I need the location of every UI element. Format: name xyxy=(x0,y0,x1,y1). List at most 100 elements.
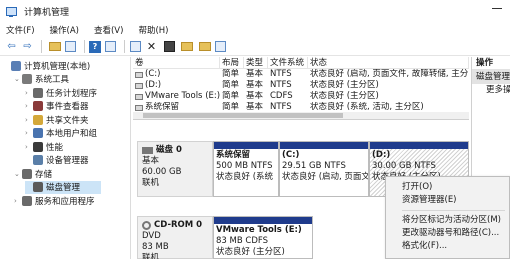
column-header-status[interactable]: 状态 xyxy=(308,57,469,68)
menu-file[interactable]: 文件(F) xyxy=(6,24,35,36)
delete-icon[interactable]: ✕ xyxy=(145,40,158,53)
actions-section-disk-management[interactable]: 磁盘管理 xyxy=(472,70,510,84)
volume-status: 状态良好 (主分区) xyxy=(310,91,379,101)
cd-rom-icon xyxy=(142,221,151,230)
partition-name: 系统保留 xyxy=(216,150,251,160)
minimize-button[interactable] xyxy=(492,8,502,9)
disk-name: 磁盘 0 xyxy=(156,145,182,155)
event-viewer-icon xyxy=(33,101,43,111)
disk-status: 联机 xyxy=(142,178,160,188)
tree-item[interactable]: › 性能 xyxy=(25,140,63,153)
volume-status: 状态良好 (启动, 页面文件, 故障转储, 主分 xyxy=(310,69,469,79)
tree-item-label: 磁盘管理 xyxy=(46,183,81,193)
volume-status: 状态良好 (主分区) xyxy=(310,80,379,90)
table-row[interactable]: (D:) 简单 基本 NTFS 状态良好 (主分区) xyxy=(133,80,469,91)
tree-item[interactable]: › 服务和应用程序 xyxy=(14,194,95,207)
tree-item[interactable]: 设备管理器 xyxy=(25,154,89,167)
disk-management-icon xyxy=(33,182,43,192)
menu-item-explorer[interactable]: 资源管理器(E) xyxy=(386,194,509,207)
toolbar-separator xyxy=(124,40,125,53)
table-row[interactable]: VMware Tools (E:) 简单 基本 CDFS 状态良好 (主分区) xyxy=(133,91,469,102)
show-hide-tree-icon[interactable] xyxy=(65,41,76,52)
menu-item-mark-active[interactable]: 将分区标记为活动分区(M) xyxy=(386,214,509,227)
column-header-volume[interactable]: 卷 xyxy=(133,57,220,68)
window-title: 计算机管理 xyxy=(24,7,70,18)
search-folder-icon[interactable] xyxy=(199,42,211,51)
refresh-icon[interactable] xyxy=(130,41,141,52)
tree-item[interactable]: ⌄ 系统工具 xyxy=(14,73,69,86)
tree-expander-icon[interactable]: › xyxy=(14,197,22,205)
menu-action[interactable]: 操作(A) xyxy=(50,24,79,36)
more-actions-link[interactable]: 更多操作 xyxy=(472,84,510,97)
disk-0-info[interactable]: 磁盘 0 基本 60.00 GB 联机 xyxy=(137,141,213,197)
tree-item-label: 事件查看器 xyxy=(46,102,89,112)
services-icon xyxy=(22,195,32,206)
volume-filesystem: NTFS xyxy=(270,69,292,79)
partition-name: VMware Tools (E:) xyxy=(216,225,302,235)
menu-item-change-drive-letter[interactable]: 更改驱动器号和路径(C)... xyxy=(386,227,509,240)
drive-icon xyxy=(135,93,143,100)
tree-expander-icon[interactable]: › xyxy=(25,143,33,151)
partition-e[interactable]: VMware Tools (E:) 83 MB CDFS 状态良好 (主分区) xyxy=(213,216,313,259)
properties-icon[interactable] xyxy=(105,41,116,52)
up-folder-icon[interactable] xyxy=(49,42,61,51)
tool-icon[interactable] xyxy=(215,41,226,52)
properties-sheet-icon[interactable] xyxy=(164,41,175,52)
column-header-filesystem[interactable]: 文件系统 xyxy=(268,57,308,68)
disk-size: 60.00 GB xyxy=(142,167,182,177)
partition-status: 状态良好 (主分区) xyxy=(216,247,285,257)
tree-item[interactable]: 计算机管理(本地) xyxy=(3,59,90,72)
volume-name: (D:) xyxy=(145,80,162,90)
table-row[interactable]: (C:) 简单 基本 NTFS 状态良好 (启动, 页面文件, 故障转储, 主分 xyxy=(133,69,469,80)
partition-name: (D:) xyxy=(372,150,391,160)
scrollbar-thumb[interactable] xyxy=(143,113,343,118)
tree-item[interactable]: › 事件查看器 xyxy=(25,100,89,113)
help-icon[interactable]: ? xyxy=(89,40,101,53)
tree-item[interactable]: 磁盘管理 xyxy=(25,180,101,194)
computer-management-icon xyxy=(6,6,18,17)
open-folder-icon[interactable] xyxy=(181,42,193,51)
tree-expander-icon[interactable]: › xyxy=(25,102,33,110)
volume-filesystem: CDFS xyxy=(270,91,293,101)
tree-expander-icon[interactable]: › xyxy=(25,129,33,137)
tree-expander-icon[interactable]: ⌄ xyxy=(14,75,22,83)
tree-item[interactable]: ⌄ 存储 xyxy=(14,167,52,180)
menu-help[interactable]: 帮助(H) xyxy=(138,24,168,36)
back-arrow-icon[interactable]: ⇦ xyxy=(5,40,18,53)
disk-type: 基本 xyxy=(142,156,160,166)
menu-item-open[interactable]: 打开(O) xyxy=(386,181,509,194)
actions-title: 操作 xyxy=(472,57,510,70)
partition-c[interactable]: (C:) 29.51 GB NTFS 状态良好 (启动, 页面文件 xyxy=(279,141,369,197)
drive-icon xyxy=(135,82,143,89)
tree-item-label: 服务和应用程序 xyxy=(35,196,95,207)
column-header-layout[interactable]: 布局 xyxy=(220,57,244,68)
tree-item[interactable]: › 本地用户和组 xyxy=(25,127,97,140)
tree-item[interactable]: › 共享文件夹 xyxy=(25,113,89,126)
tree-item-label: 性能 xyxy=(46,142,64,153)
title-bar: 计算机管理 xyxy=(0,0,510,22)
partition-system-reserved[interactable]: 系统保留 500 MB NTFS 状态良好 (系统 xyxy=(213,141,279,197)
tree-expander-icon[interactable]: › xyxy=(25,89,33,97)
toolbar-separator xyxy=(84,40,85,53)
drive-icon xyxy=(135,71,143,78)
menu-view[interactable]: 查看(V) xyxy=(94,24,123,36)
volume-layout: 简单 xyxy=(222,91,240,101)
volume-name: VMware Tools (E:) xyxy=(145,91,220,101)
volume-type: 基本 xyxy=(246,80,264,90)
partition-status: 状态良好 (启动, 页面文件 xyxy=(282,172,369,182)
horizontal-scrollbar[interactable] xyxy=(133,112,469,119)
toolbar: ⇦ ⇨ ? ✕ xyxy=(0,38,510,56)
clock-icon xyxy=(33,87,43,98)
tree-item[interactable]: › 任务计划程序 xyxy=(25,86,97,99)
menu-item-format[interactable]: 格式化(F)... xyxy=(386,240,509,253)
drive-icon xyxy=(135,104,143,111)
tree-item-label: 任务计划程序 xyxy=(46,88,98,99)
cdrom-0-info[interactable]: CD-ROM 0 DVD 83 MB 联机 xyxy=(137,216,213,259)
partition-status: 状态良好 (系统 xyxy=(216,172,274,182)
menu-bar: 文件(F) 操作(A) 查看(V) 帮助(H) xyxy=(0,22,510,37)
tree-expander-icon[interactable]: ⌄ xyxy=(14,170,22,178)
forward-arrow-icon[interactable]: ⇨ xyxy=(21,40,34,53)
column-header-type[interactable]: 类型 xyxy=(244,57,268,68)
tree-expander-icon[interactable]: › xyxy=(25,116,33,124)
tree-item-label: 计算机管理(本地) xyxy=(24,61,91,72)
